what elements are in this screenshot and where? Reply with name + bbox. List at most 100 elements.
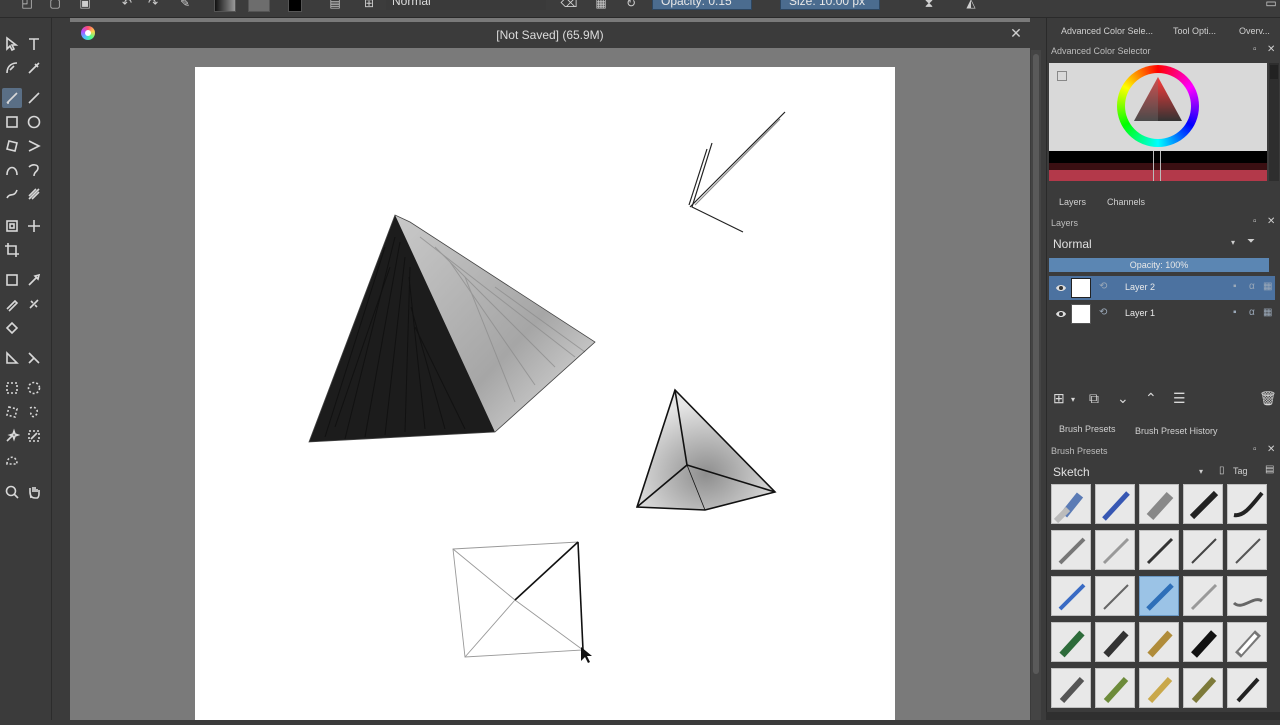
preset-tag-select[interactable]: Sketch bbox=[1049, 462, 1209, 482]
gradient-tool-icon[interactable] bbox=[2, 270, 22, 290]
float-icon[interactable]: ▫ bbox=[1253, 44, 1257, 55]
tab-advanced-color-selector[interactable]: Advanced Color Sele... bbox=[1061, 26, 1153, 36]
shade-selector[interactable] bbox=[1049, 151, 1267, 181]
polygon-tool-icon[interactable] bbox=[2, 136, 22, 156]
smart-patch-icon[interactable] bbox=[24, 294, 44, 314]
marker-brush-preset[interactable] bbox=[1183, 484, 1223, 524]
duplicate-layer-icon[interactable]: ⧉ bbox=[1089, 390, 1099, 407]
tab-brush-presets[interactable]: Brush Presets bbox=[1059, 424, 1116, 434]
close-icon[interactable]: ✕ bbox=[1267, 216, 1275, 227]
bezier-select-icon[interactable] bbox=[2, 450, 22, 470]
fineliner-brush-preset[interactable] bbox=[1183, 530, 1223, 570]
multibrush-icon[interactable] bbox=[24, 184, 44, 204]
tab-brush-preset-history[interactable]: Brush Preset History bbox=[1135, 426, 1218, 436]
layer-opacity-slider[interactable]: Opacity: 100% bbox=[1049, 258, 1269, 272]
tab-layers[interactable]: Layers bbox=[1059, 197, 1086, 207]
wet-paint-brush-preset[interactable] bbox=[1051, 668, 1091, 708]
zoom-tool-icon[interactable] bbox=[2, 482, 22, 502]
pattern-swatch[interactable] bbox=[248, 0, 270, 12]
sketch-pencil-brush-preset[interactable] bbox=[1095, 576, 1135, 616]
white-bristle-brush-preset[interactable] bbox=[1227, 622, 1267, 662]
close-icon[interactable]: ✕ bbox=[1267, 444, 1275, 455]
green-marker-brush-preset[interactable] bbox=[1051, 622, 1091, 662]
rectangle-tool-icon[interactable] bbox=[2, 112, 22, 132]
brush-presets-icon[interactable]: ⊞ bbox=[360, 0, 378, 12]
scrollbar-thumb[interactable] bbox=[1033, 54, 1039, 674]
lock-icon[interactable]: ▪ bbox=[1233, 281, 1237, 292]
eraser-brush-preset[interactable] bbox=[1051, 484, 1091, 524]
calligraphy-icon[interactable] bbox=[24, 58, 44, 78]
line-tool-icon[interactable] bbox=[24, 88, 44, 108]
foreground-color-swatch[interactable] bbox=[288, 0, 302, 12]
airbrush-brush-preset[interactable] bbox=[1139, 484, 1179, 524]
smudge-brush-preset[interactable] bbox=[1227, 576, 1267, 616]
chevron-down-icon[interactable]: ▾ bbox=[1071, 395, 1075, 404]
layer-blend-mode-select[interactable]: Normal bbox=[1049, 233, 1239, 255]
eye-icon[interactable] bbox=[1055, 308, 1067, 320]
move-layer-down-icon[interactable]: ⌄ bbox=[1117, 390, 1129, 407]
undo-icon[interactable]: ↶ bbox=[118, 0, 136, 12]
layer-row[interactable]: ⟲ Layer 1 ▪ α ▦ bbox=[1049, 302, 1275, 326]
move-layer-up-icon[interactable]: ⌃ bbox=[1145, 390, 1157, 407]
color-picker-icon[interactable] bbox=[24, 270, 44, 290]
size-slider[interactable]: Size: 10.00 px bbox=[780, 0, 880, 10]
pencil-grey-brush-preset[interactable] bbox=[1051, 530, 1091, 570]
color-panel-scrollbar[interactable] bbox=[1269, 63, 1279, 181]
measure-tool-icon[interactable] bbox=[24, 348, 44, 368]
tag-button[interactable]: Tag bbox=[1233, 466, 1248, 476]
selected-pencil-brush-preset[interactable] bbox=[1139, 576, 1179, 616]
gradient-swatch[interactable] bbox=[214, 0, 236, 12]
pencil-soft-brush-preset[interactable] bbox=[1095, 530, 1135, 570]
save-icon[interactable]: ▣ bbox=[76, 0, 94, 12]
green-paint-brush-preset[interactable] bbox=[1095, 668, 1135, 708]
dark-bristle-brush-preset[interactable] bbox=[1095, 622, 1135, 662]
polyline-tool-icon[interactable] bbox=[24, 136, 44, 156]
colorize-mask-icon[interactable] bbox=[2, 294, 22, 314]
advanced-color-selector[interactable] bbox=[1049, 63, 1267, 181]
filter-icon[interactable]: ⏷ bbox=[1247, 236, 1255, 247]
ellipse-tool-icon[interactable] bbox=[24, 112, 44, 132]
add-layer-icon[interactable]: ⊞ bbox=[1053, 390, 1065, 407]
float-icon[interactable]: ▫ bbox=[1253, 216, 1257, 227]
pan-tool-icon[interactable] bbox=[24, 482, 44, 502]
crop-tool-icon[interactable] bbox=[2, 240, 22, 260]
alpha-lock-icon[interactable]: ▦ bbox=[1263, 281, 1272, 292]
chevron-down-icon[interactable]: ▾ bbox=[1231, 238, 1235, 247]
assistant-tool-icon[interactable] bbox=[2, 348, 22, 368]
select-shapes-icon[interactable] bbox=[2, 34, 22, 54]
blend-mode-select[interactable]: Normal bbox=[386, 0, 546, 10]
layer-properties-icon[interactable]: ☰ bbox=[1173, 390, 1186, 407]
opacity-slider[interactable]: Opacity: 0.15 bbox=[652, 0, 752, 10]
reload-icon[interactable]: ↻ bbox=[622, 0, 640, 12]
canvas-vertical-scrollbar[interactable] bbox=[1031, 50, 1041, 720]
brush-icon[interactable]: ✎ bbox=[176, 0, 194, 12]
float-icon[interactable]: ▫ bbox=[1253, 444, 1257, 455]
close-icon[interactable]: ✕ bbox=[1267, 44, 1275, 55]
yellow-paint-brush-preset[interactable] bbox=[1139, 668, 1179, 708]
redo-icon[interactable]: ↷ bbox=[144, 0, 162, 12]
lock-icon[interactable]: ▪ bbox=[1233, 307, 1237, 318]
new-document-icon[interactable]: ◰ bbox=[18, 0, 36, 12]
tag-icon[interactable]: ▯ bbox=[1219, 465, 1225, 476]
brush-editor-icon[interactable]: ▤ bbox=[326, 0, 344, 12]
golden-bristle-brush-preset[interactable] bbox=[1139, 622, 1179, 662]
rect-select-icon[interactable] bbox=[2, 378, 22, 398]
technical-pen-brush-preset[interactable] bbox=[1227, 530, 1267, 570]
tab-tool-options[interactable]: Tool Opti... bbox=[1173, 26, 1216, 36]
freehand-brush-icon[interactable] bbox=[2, 88, 22, 108]
inherit-alpha-icon[interactable]: α bbox=[1249, 281, 1255, 292]
similar-select-icon[interactable] bbox=[24, 426, 44, 446]
settings-icon[interactable] bbox=[1057, 71, 1067, 81]
layer-name[interactable]: Layer 2 bbox=[1125, 282, 1155, 292]
bezier-tool-icon[interactable] bbox=[2, 160, 22, 180]
edit-shapes-icon[interactable] bbox=[2, 58, 22, 78]
colored-pencil-brush-preset[interactable] bbox=[1051, 576, 1091, 616]
saturation-triangle[interactable] bbox=[1129, 73, 1187, 131]
alpha-icon[interactable]: ⟲ bbox=[1099, 307, 1107, 318]
layer-row[interactable]: ⟲ Layer 2 ▪ α ▦ bbox=[1049, 276, 1275, 300]
ellipse-select-icon[interactable] bbox=[24, 378, 44, 398]
eraser-mode-icon[interactable]: ⌫ bbox=[560, 0, 578, 12]
polygon-select-icon[interactable] bbox=[2, 402, 22, 422]
pencil-blue-brush-preset[interactable] bbox=[1095, 484, 1135, 524]
transform-tool-icon[interactable] bbox=[2, 216, 22, 236]
